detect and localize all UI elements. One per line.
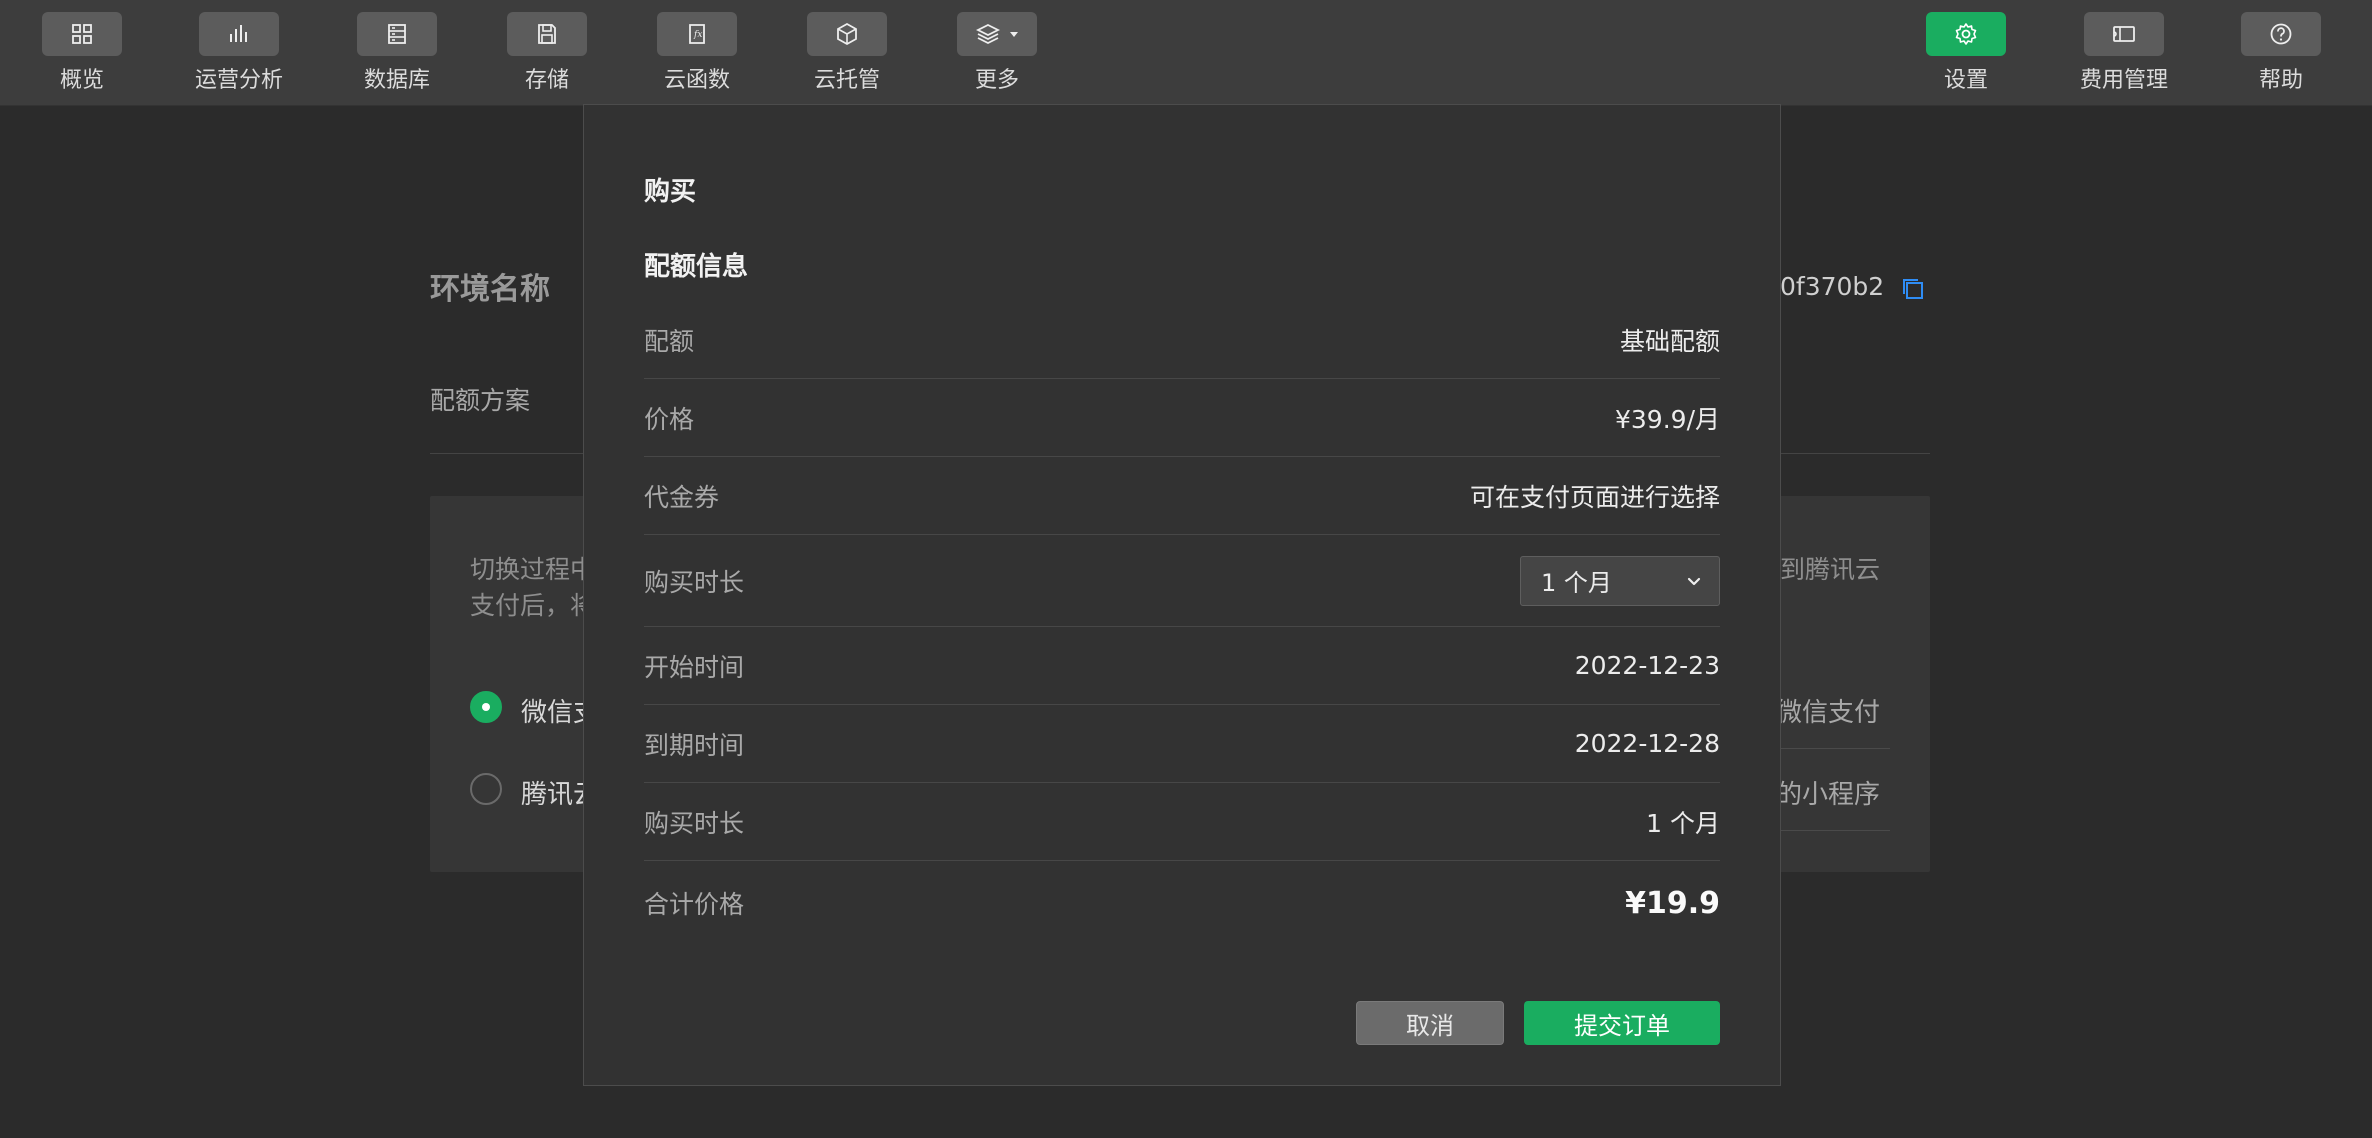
duration-row: 购买时长 1 个月 (644, 783, 1720, 861)
cloud-function-button[interactable]: fx (657, 12, 737, 56)
row-label: 价格 (644, 404, 695, 434)
row-value: 1 个月 (1646, 808, 1720, 838)
toolbar-label: 概览 (59, 68, 104, 93)
wechat-pay-radio[interactable] (470, 691, 502, 723)
row-label: 开始时间 (644, 652, 745, 682)
row-label: 购买时长 (644, 567, 745, 597)
svg-text:fx: fx (693, 30, 702, 40)
toolbar-analytics[interactable]: 运营分析 (179, 12, 299, 100)
tencent-cloud-option-desc: 的小程序 (1776, 780, 1881, 810)
row-value: 2022-12-28 (1574, 729, 1720, 758)
quota-info-title: 配额信息 (644, 252, 749, 282)
database-icon (388, 24, 406, 44)
grid-icon (72, 24, 92, 44)
bar-chart-icon (230, 25, 247, 42)
panel-description: 到腾讯云 (1780, 555, 1881, 584)
toolbar-label: 云函数 (663, 68, 730, 93)
layers-icon (975, 23, 1001, 45)
toolbar-storage[interactable]: 存储 (487, 12, 607, 100)
cancel-button[interactable]: 取消 (1356, 1001, 1504, 1045)
row-value: 可在支付页面进行选择 (1469, 482, 1720, 512)
cloud-hosting-button[interactable] (807, 12, 887, 56)
price-row: 价格 ¥39.9/月 (644, 379, 1720, 457)
voucher-row: 代金券 可在支付页面进行选择 (644, 457, 1720, 535)
start-time-row: 开始时间 2022-12-23 (644, 627, 1720, 705)
storage-button[interactable] (507, 12, 587, 56)
cube-icon (837, 22, 857, 46)
ticket-icon (2113, 26, 2135, 42)
quota-plan-label: 配额方案 (430, 386, 531, 415)
row-label: 合计价格 (644, 890, 745, 919)
total-price-row: 合计价格 ¥19.9 (644, 861, 1720, 945)
toolbar-label: 存储 (524, 68, 569, 93)
row-label: 到期时间 (644, 730, 745, 760)
duration-select-value: 1 个月 (1541, 569, 1612, 597)
toolbar-more[interactable]: 更多 (937, 12, 1057, 100)
toolbar-help[interactable]: 帮助 (2221, 12, 2341, 100)
wechat-pay-option-desc: 微信支付 (1776, 698, 1881, 728)
toolbar-billing[interactable]: 费用管理 (2064, 12, 2184, 100)
save-icon (538, 24, 556, 44)
purchase-dialog: 购买 配额信息 配额 基础配额 价格 ¥39.9/月 代金券 可在支付页面进行选… (583, 104, 1781, 1086)
toolbar-settings[interactable]: 设置 (1906, 12, 2026, 100)
billing-button[interactable] (2084, 12, 2164, 56)
quota-row: 配额 基础配额 (644, 301, 1720, 379)
toolbar-database[interactable]: 数据库 (337, 12, 457, 100)
gear-icon (1955, 23, 1977, 45)
database-button[interactable] (357, 12, 437, 56)
panel-description: 切换过程中 (470, 555, 596, 584)
help-icon (2270, 23, 2292, 45)
top-toolbar: 概览 运营分析 数据库 存储 fx 云函数 云托管 更多 设置 费用管理 帮助 (0, 0, 2372, 106)
duration-select-row: 购买时长 1 个月 (644, 535, 1720, 627)
env-name-title: 环境名称 (430, 272, 550, 307)
row-value: ¥39.9/月 (1615, 404, 1720, 434)
toolbar-label: 更多 (974, 68, 1019, 93)
toolbar-overview[interactable]: 概览 (22, 12, 142, 100)
chevron-down-icon (1687, 577, 1701, 585)
submit-order-button[interactable]: 提交订单 (1524, 1001, 1720, 1045)
analytics-button[interactable] (199, 12, 279, 56)
end-time-row: 到期时间 2022-12-28 (644, 705, 1720, 783)
settings-button[interactable] (1926, 12, 2006, 56)
toolbar-label: 运营分析 (194, 68, 283, 93)
toolbar-cloud-hosting[interactable]: 云托管 (787, 12, 907, 100)
row-label: 代金券 (644, 482, 720, 512)
toolbar-label: 费用管理 (2079, 68, 2168, 93)
row-value: 基础配额 (1619, 326, 1720, 356)
tencent-cloud-radio[interactable] (470, 773, 502, 805)
function-icon: fx (689, 24, 705, 44)
row-label: 配额 (644, 326, 695, 356)
row-value: 2022-12-23 (1574, 651, 1720, 680)
toolbar-label: 数据库 (363, 68, 430, 93)
toolbar-cloud-function[interactable]: fx 云函数 (637, 12, 757, 100)
caret-down-icon (1010, 32, 1018, 37)
quota-info-list: 配额 基础配额 价格 ¥39.9/月 代金券 可在支付页面进行选择 购买时长 1… (644, 301, 1720, 945)
panel-description: 支付后，将 (470, 591, 596, 620)
copy-icon[interactable] (1900, 276, 1926, 302)
duration-select[interactable]: 1 个月 (1520, 555, 1720, 606)
toolbar-label: 设置 (1943, 68, 1988, 93)
toolbar-label: 帮助 (2258, 68, 2303, 93)
more-button[interactable] (957, 12, 1037, 56)
overview-button[interactable] (42, 12, 122, 56)
help-button[interactable] (2241, 12, 2321, 56)
total-price-value: ¥19.9 (1625, 885, 1720, 921)
toolbar-label: 云托管 (813, 68, 880, 93)
row-label: 购买时长 (644, 808, 745, 838)
env-id: 0f370b2 (1780, 272, 1885, 301)
dialog-title: 购买 (644, 177, 697, 207)
